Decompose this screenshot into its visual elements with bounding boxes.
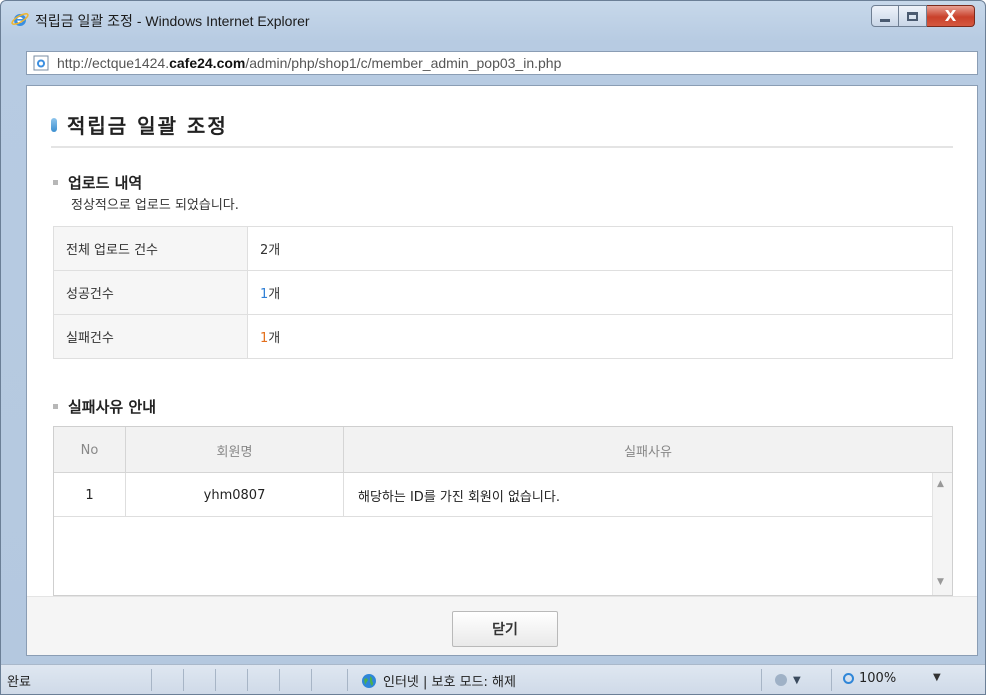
window-controls: X [871, 5, 975, 27]
protected-mode-dropdown[interactable]: ▼ [775, 672, 801, 686]
close-window-button[interactable]: X [927, 5, 975, 27]
chevron-down-icon: ▼ [793, 675, 801, 686]
success-value: 1개 [247, 270, 953, 315]
column-header-no: No [54, 427, 126, 473]
status-divider [151, 669, 152, 691]
failure-section-label: 실패사유 안내 [68, 398, 157, 416]
status-divider [311, 669, 312, 691]
shield-icon [775, 673, 787, 686]
maximize-button[interactable] [899, 5, 927, 27]
scroll-up-icon[interactable]: ▲ [937, 479, 944, 489]
chevron-down-icon[interactable]: ▼ [933, 672, 941, 683]
status-divider [831, 669, 832, 691]
url-path: /admin/php/shop1/c/member_admin_pop03_in… [245, 55, 562, 71]
zone-text: 인터넷 | 보호 모드: 해제 [383, 675, 516, 690]
table-row: 성공건수 1개 [53, 270, 953, 315]
status-divider [183, 669, 184, 691]
upload-section-title: 업로드 내역 [53, 172, 142, 193]
column-header-reason: 실패사유 [624, 444, 672, 460]
address-bar[interactable]: http://ectque1424.cafe24.com/admin/php/s… [26, 51, 978, 75]
status-divider [761, 669, 762, 691]
failure-value: 1개 [247, 314, 953, 359]
minimize-button[interactable] [871, 5, 899, 27]
failure-unit: 개 [268, 331, 281, 346]
title-bar[interactable]: 적립금 일괄 조정 - Windows Internet Explorer X [1, 1, 985, 39]
success-label: 성공건수 [53, 270, 248, 315]
maximize-icon [907, 11, 918, 21]
failure-label: 실패건수 [53, 314, 248, 359]
failure-table: No 회원명 실패사유 1 yhm0807 해당하는 ID를 가진 회원이 없습… [53, 426, 953, 596]
status-text: 완료 [7, 675, 31, 690]
upload-section-label: 업로드 내역 [68, 174, 143, 192]
total-upload-value: 2개 [247, 226, 953, 271]
page-title: 적립금 일괄 조정 [67, 114, 228, 138]
section-bullet-icon [53, 180, 58, 185]
close-button[interactable]: 닫기 [452, 611, 558, 647]
browser-window: 적립금 일괄 조정 - Windows Internet Explorer X … [0, 0, 986, 695]
internet-explorer-icon [11, 13, 29, 26]
zoom-level[interactable]: 100% [843, 671, 896, 686]
url-domain: cafe24.com [169, 55, 246, 71]
failure-table-scrollbar[interactable]: ▲ ▼ [932, 473, 952, 595]
security-zone[interactable]: 인터넷 | 보호 모드: 해제 [361, 671, 516, 690]
globe-icon [362, 673, 376, 688]
total-upload-label: 전체 업로드 건수 [53, 226, 248, 271]
scroll-down-icon[interactable]: ▼ [937, 577, 944, 587]
upload-summary-table: 전체 업로드 건수 2개 성공건수 1개 실패건수 1개 [53, 226, 953, 359]
zoom-text: 100% [859, 671, 897, 686]
status-divider [279, 669, 280, 691]
url-text: http://ectque1424.cafe24.com/admin/php/s… [57, 55, 561, 71]
status-bar: 완료 인터넷 | 보호 모드: 해제 ▼ 100% ▼ [1, 664, 985, 694]
row-no: 1 [54, 473, 126, 517]
table-row: 1 yhm0807 해당하는 ID를 가진 회원이 없습니다. [54, 473, 932, 517]
success-unit: 개 [268, 287, 281, 302]
status-divider [215, 669, 216, 691]
zoom-icon [843, 673, 854, 684]
table-row: 전체 업로드 건수 2개 [53, 226, 953, 271]
page-header: 적립금 일괄 조정 [51, 110, 228, 139]
window-title: 적립금 일괄 조정 - Windows Internet Explorer [35, 13, 310, 29]
row-member: yhm0807 [126, 473, 344, 517]
minimize-icon [880, 18, 890, 22]
url-prefix: http://ectque1424. [57, 55, 170, 71]
status-divider [247, 669, 248, 691]
table-row: 실패건수 1개 [53, 314, 953, 359]
column-header-member: 회원명 [126, 427, 344, 473]
status-divider [347, 669, 348, 691]
failure-section-title: 실패사유 안내 [53, 396, 156, 417]
popup-content: 적립금 일괄 조정 업로드 내역 정상적으로 업로드 되었습니다. 전체 업로드… [26, 85, 978, 656]
section-bullet-icon [53, 404, 58, 409]
total-upload-unit: 개 [268, 243, 281, 258]
row-reason: 해당하는 ID를 가진 회원이 없습니다. [358, 489, 560, 505]
title-bullet-icon [51, 117, 57, 132]
title-divider [51, 146, 953, 148]
page-icon [33, 55, 49, 71]
popup-footer: 닫기 [27, 596, 977, 655]
failure-table-header: No 회원명 실패사유 [54, 427, 952, 473]
upload-message: 정상적으로 업로드 되었습니다. [71, 198, 239, 213]
close-icon: X [944, 7, 957, 25]
